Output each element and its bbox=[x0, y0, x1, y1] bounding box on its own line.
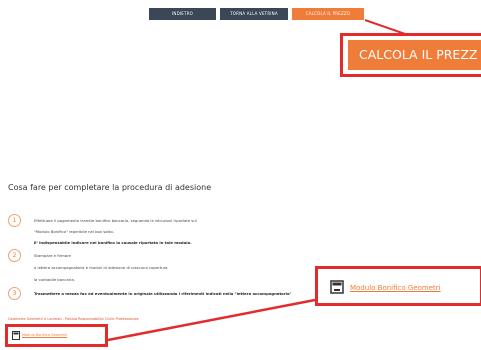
step-2-line-3: la contabile bancaria. bbox=[34, 277, 75, 282]
policy-note: Geometra Geometri e Laureati - Polizza R… bbox=[8, 317, 139, 321]
step-3-icon: 3 bbox=[8, 287, 21, 300]
step-1-line-2: "Modulo Bonifico" reperibile nel box sot… bbox=[34, 229, 114, 234]
big-file-link[interactable]: Modulo Bonifico Geometri bbox=[350, 284, 441, 292]
step-2-line-1: Stampare e firmare bbox=[34, 253, 71, 258]
step-2-line-2: a lettera accompagnatoria e moduli di ad… bbox=[34, 265, 168, 270]
back-button[interactable]: INDIETRO bbox=[149, 8, 216, 20]
document-icon bbox=[12, 331, 20, 340]
step-1-line-1: Effettuare il pagamento tramite bonifico… bbox=[34, 218, 197, 223]
zoomed-calculate-highlight: CALCOLA IL PREZZ bbox=[340, 33, 481, 77]
procedure-heading: Cosa fare per completare la procedura di… bbox=[8, 183, 212, 192]
zoomed-calculate-price-button[interactable]: CALCOLA IL PREZZ bbox=[348, 40, 481, 70]
return-to-showcase-button[interactable]: TORNA ALLA VETRINA bbox=[220, 8, 288, 20]
toolbar: INDIETRO TORNA ALLA VETRINA CALCOLA IL P… bbox=[149, 8, 364, 20]
step-1-icon: 1 bbox=[8, 214, 21, 227]
step-3-line-1: Trasmettere a mezzo fax ed eventualmente… bbox=[34, 291, 292, 296]
big-file-highlight: Modulo Bonifico Geometri bbox=[315, 266, 481, 306]
calculate-price-button[interactable]: CALCOLA IL PREZZO bbox=[292, 8, 364, 20]
step-1-line-3: E' indispensabile indicare nel bonifico … bbox=[34, 240, 192, 245]
step-2-icon: 2 bbox=[8, 249, 21, 262]
small-file-highlight: Modulo Bonifico Geometri bbox=[5, 324, 108, 347]
document-icon bbox=[330, 280, 344, 294]
small-file-link[interactable]: Modulo Bonifico Geometri bbox=[22, 333, 67, 337]
